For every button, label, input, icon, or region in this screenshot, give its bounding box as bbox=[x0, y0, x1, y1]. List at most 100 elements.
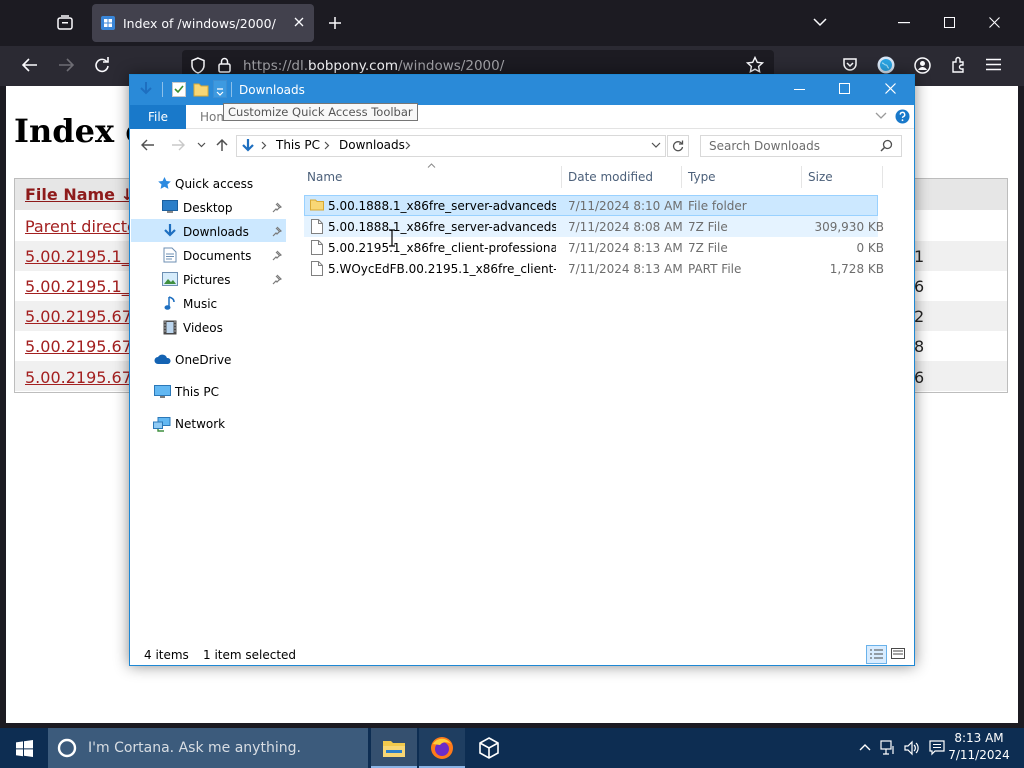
reload-icon[interactable] bbox=[94, 57, 110, 73]
breadcrumb-chevron-icon[interactable] bbox=[405, 141, 411, 150]
quick-access-star-icon bbox=[157, 176, 172, 191]
column-divider[interactable] bbox=[681, 166, 682, 188]
close-browser-icon[interactable] bbox=[989, 17, 1000, 28]
column-header-name[interactable]: Name bbox=[307, 170, 342, 184]
pin-icon[interactable] bbox=[271, 226, 282, 237]
new-tab-icon[interactable] bbox=[328, 16, 342, 30]
status-selection: 1 item selected bbox=[203, 648, 297, 662]
details-view-button[interactable] bbox=[866, 645, 887, 664]
minimize-explorer-icon[interactable] bbox=[794, 89, 805, 91]
padlock-icon[interactable] bbox=[218, 57, 231, 73]
status-item-count: 4 items bbox=[144, 648, 189, 662]
tab-overview-icon[interactable] bbox=[56, 14, 74, 32]
file-link[interactable]: 5.00.2195.1_ bbox=[25, 277, 129, 296]
file-name[interactable]: 5.00.1888.1_x86fre_server-advancedserver… bbox=[328, 220, 556, 234]
column-header-size[interactable]: Size bbox=[808, 170, 833, 184]
nav-network[interactable]: Network bbox=[175, 417, 225, 431]
volume-speaker-icon[interactable] bbox=[903, 740, 921, 756]
refresh-button[interactable] bbox=[667, 135, 689, 157]
cortana-prompt: I'm Cortana. Ask me anything. bbox=[88, 740, 301, 756]
close-explorer-icon[interactable] bbox=[885, 83, 896, 94]
ribbon-tab-file[interactable]: File bbox=[130, 105, 186, 129]
nav-quick-access[interactable]: Quick access bbox=[175, 177, 253, 191]
large-icons-view-button[interactable] bbox=[890, 645, 908, 664]
file-size-fragment: 6 bbox=[914, 277, 925, 296]
file-explorer-folder-icon bbox=[383, 741, 405, 757]
file-icon bbox=[311, 240, 323, 255]
file-link[interactable]: 5.00.2195.67 bbox=[25, 337, 129, 356]
file-name-sort-header[interactable]: File Name ↓ bbox=[25, 185, 134, 204]
nav-videos[interactable]: Videos bbox=[183, 321, 223, 335]
file-link[interactable]: 5.00.2195.67 bbox=[25, 307, 129, 326]
tracking-protection-shield-icon[interactable] bbox=[190, 57, 206, 74]
breadcrumb-chevron-icon[interactable] bbox=[324, 141, 330, 150]
taskbar-clock-time[interactable]: 8:13 AM bbox=[944, 731, 1014, 745]
properties-checkbox-icon[interactable] bbox=[172, 82, 186, 97]
taskbar-virtualbox-cube-icon[interactable] bbox=[477, 736, 501, 760]
up-one-level-icon[interactable] bbox=[215, 138, 229, 152]
parent-directory-link[interactable]: Parent directo bbox=[25, 217, 129, 236]
file-link[interactable]: 5.00.2195.1_ bbox=[25, 247, 129, 266]
pictures-icon bbox=[162, 272, 178, 286]
taskbar-clock-date[interactable]: 7/11/2024 bbox=[944, 748, 1014, 762]
new-folder-icon[interactable] bbox=[193, 81, 209, 97]
forward-arrow-icon[interactable] bbox=[58, 58, 74, 72]
back-arrow-icon[interactable] bbox=[22, 58, 38, 72]
file-name[interactable]: 5.00.2195.1_x86fre_client-professional_r… bbox=[328, 241, 556, 255]
browser-tab[interactable]: Index of /windows/2000/ bbox=[92, 4, 314, 42]
start-windows-logo-icon[interactable] bbox=[16, 740, 33, 757]
breadcrumb-chevron-icon[interactable] bbox=[261, 141, 267, 150]
file-type: PART File bbox=[688, 262, 742, 276]
list-all-tabs-chevron-icon[interactable] bbox=[813, 17, 827, 27]
column-divider[interactable] bbox=[801, 166, 802, 188]
address-history-chevron-icon[interactable] bbox=[651, 142, 661, 149]
pin-icon[interactable] bbox=[271, 202, 282, 213]
column-header-type[interactable]: Type bbox=[688, 170, 716, 184]
search-icon[interactable] bbox=[880, 139, 893, 152]
expand-ribbon-chevron-icon[interactable] bbox=[875, 112, 887, 120]
column-divider[interactable] bbox=[561, 166, 562, 188]
column-divider[interactable] bbox=[882, 166, 883, 188]
bookmark-star-icon[interactable] bbox=[746, 56, 764, 74]
column-header-date-modified[interactable]: Date modified bbox=[568, 170, 653, 184]
taskbar-firefox[interactable] bbox=[419, 728, 465, 768]
nav-this-pc[interactable]: This PC bbox=[175, 385, 219, 399]
file-name[interactable]: 5.WOycEdFB.00.2195.1_x86fre_client-prof.… bbox=[328, 262, 556, 276]
action-center-icon[interactable] bbox=[929, 740, 945, 756]
nav-music[interactable]: Music bbox=[183, 297, 217, 311]
breadcrumb-downloads[interactable]: Downloads bbox=[339, 138, 405, 152]
file-link[interactable]: 5.00.2195.67 bbox=[25, 368, 129, 387]
title-divider bbox=[231, 82, 232, 97]
minimize-browser-icon[interactable] bbox=[898, 22, 910, 24]
recent-locations-chevron-icon[interactable] bbox=[197, 142, 206, 148]
nav-documents[interactable]: Documents bbox=[183, 249, 251, 263]
explorer-back-icon[interactable] bbox=[141, 139, 155, 151]
help-icon[interactable] bbox=[895, 109, 910, 124]
pin-icon[interactable] bbox=[271, 250, 282, 261]
pin-icon[interactable] bbox=[271, 274, 282, 285]
show-hidden-icons-chevron-icon[interactable] bbox=[859, 743, 871, 751]
breadcrumb-this-pc[interactable]: This PC bbox=[276, 138, 320, 152]
maximize-browser-icon[interactable] bbox=[944, 17, 955, 28]
menu-hamburger-icon[interactable] bbox=[986, 58, 1001, 71]
vpn-globe-icon[interactable] bbox=[877, 56, 895, 74]
pocket-icon[interactable] bbox=[842, 57, 858, 73]
customize-qat-dropdown[interactable] bbox=[213, 80, 227, 98]
maximize-explorer-icon[interactable] bbox=[839, 83, 850, 94]
extensions-puzzle-icon[interactable] bbox=[950, 56, 968, 74]
desktop-icon bbox=[162, 200, 178, 214]
downloads-icon bbox=[162, 223, 178, 239]
nav-downloads[interactable]: Downloads bbox=[183, 225, 249, 239]
explorer-forward-icon[interactable] bbox=[171, 139, 185, 151]
account-icon[interactable] bbox=[914, 57, 931, 74]
nav-desktop[interactable]: Desktop bbox=[183, 201, 233, 215]
nav-pictures[interactable]: Pictures bbox=[183, 273, 231, 287]
mouse-cursor-icon bbox=[388, 229, 400, 247]
file-date-modified: 7/11/2024 8:13 AM bbox=[568, 241, 683, 255]
taskbar-file-explorer[interactable] bbox=[371, 728, 417, 768]
close-tab-icon[interactable] bbox=[294, 17, 304, 27]
nav-onedrive[interactable]: OneDrive bbox=[175, 353, 231, 367]
url-text[interactable]: https://dl.bobpony.com/windows/2000/ bbox=[243, 58, 504, 74]
network-status-icon[interactable] bbox=[880, 740, 896, 756]
file-name[interactable]: 5.00.1888.1_x86fre_server-advancedserver… bbox=[328, 199, 556, 213]
